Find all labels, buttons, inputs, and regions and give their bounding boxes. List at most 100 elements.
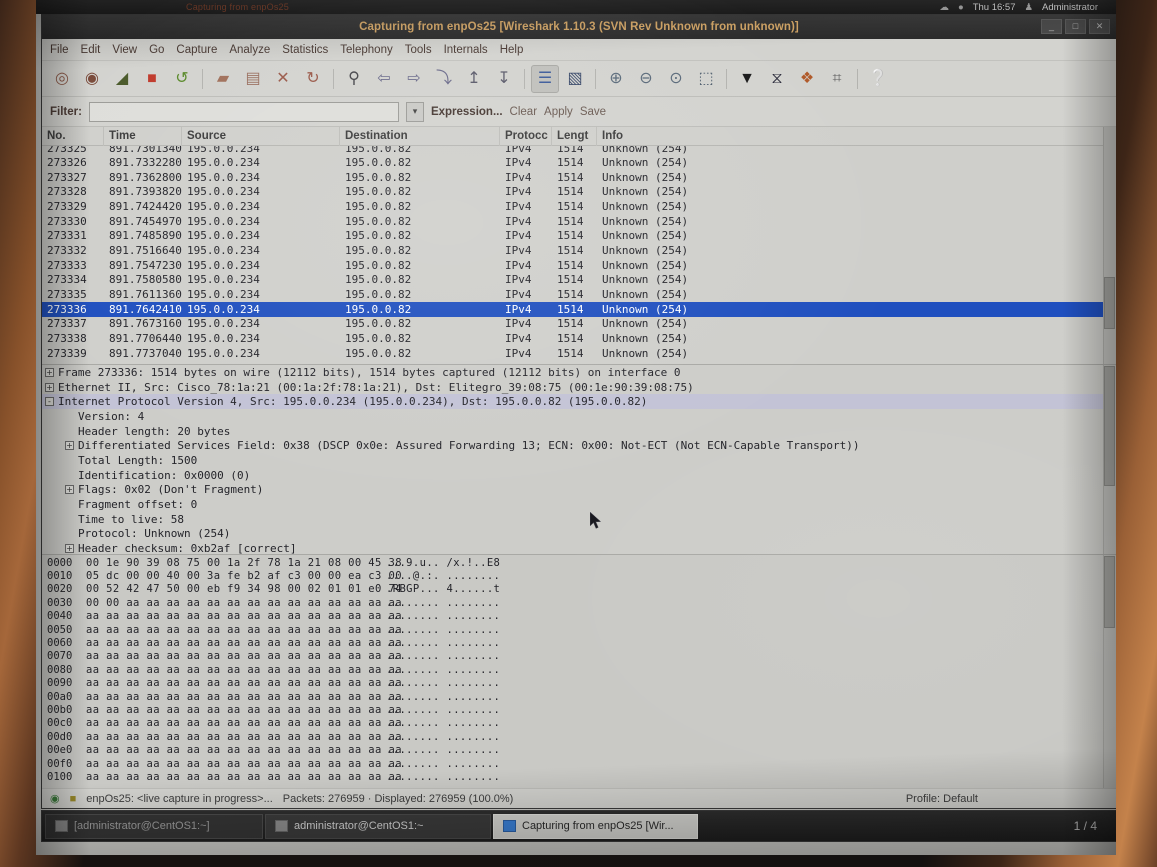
- packet-row[interactable]: 273335 891.76113600(195.0.0.234 195.0.0.82…: [42, 287, 1116, 302]
- packet-bytes-pane[interactable]: 0000 00 1e 90 39 08 75 00 1a 2f 78 1a 21 …: [42, 555, 1116, 788]
- profile-status[interactable]: Profile: Default: [906, 793, 978, 805]
- menu-help[interactable]: Help: [500, 44, 524, 56]
- go-last-icon[interactable]: ↧: [490, 65, 518, 93]
- window-titlebar[interactable]: Capturing from enpOs25 [Wireshark 1.10.3…: [42, 15, 1116, 39]
- hex-dump-row[interactable]: 0050 aa aa aa aa aa aa aa aa aa aa aa aa …: [42, 623, 1116, 636]
- packet-row[interactable]: 273328 891.73938200(195.0.0.234 195.0.0.82…: [42, 184, 1116, 199]
- column-header-lengt[interactable]: Lengt: [552, 127, 597, 146]
- hex-dump-row[interactable]: 00f0 aa aa aa aa aa aa aa aa aa aa aa aa …: [42, 757, 1116, 770]
- detail-tree-row[interactable]: + Frame 273336: 1514 bytes on wire (12112…: [42, 365, 1116, 380]
- packet-bytes-scrollbar[interactable]: [1103, 555, 1116, 788]
- column-header-time[interactable]: Time: [104, 127, 182, 146]
- detail-tree-row[interactable]: + Ethernet II, Src: Cisco_78:1a:21 (00:1a…: [42, 380, 1116, 395]
- packet-row[interactable]: 273339 891.77370400(195.0.0.234 195.0.0.82…: [42, 346, 1116, 361]
- minimize-button[interactable]: _: [1041, 19, 1062, 34]
- hex-dump-row[interactable]: 0010 05 dc 00 00 40 00 3a fe b2 af c3 00 …: [42, 569, 1116, 582]
- taskbar-button[interactable]: Capturing from enpOs25 [Wir...: [493, 813, 698, 839]
- hex-dump-row[interactable]: 0070 aa aa aa aa aa aa aa aa aa aa aa aa …: [42, 650, 1116, 663]
- expand-icon[interactable]: +: [45, 367, 54, 377]
- start-capture-icon[interactable]: ◢: [108, 65, 136, 93]
- packet-bytes-scroll-thumb[interactable]: [1104, 556, 1115, 628]
- column-header-no[interactable]: No.: [42, 127, 104, 146]
- packet-row[interactable]: 273326 891.73322800(195.0.0.234 195.0.0.82…: [42, 155, 1116, 170]
- expand-icon[interactable]: +: [65, 441, 74, 451]
- hex-dump-row[interactable]: 0090 aa aa aa aa aa aa aa aa aa aa aa aa …: [42, 677, 1116, 690]
- go-to-packet-icon[interactable]: ⤵: [430, 65, 458, 93]
- close-button[interactable]: ✕: [1089, 19, 1110, 34]
- restart-capture-icon[interactable]: ↺: [168, 65, 196, 93]
- packet-row[interactable]: 273338 891.77064400(195.0.0.234 195.0.0.82…: [42, 331, 1116, 346]
- detail-tree-row[interactable]: Time to live: 58: [42, 512, 1116, 527]
- packet-detail-scrollbar[interactable]: [1103, 365, 1116, 554]
- help-icon[interactable]: ❔: [864, 65, 892, 93]
- hex-dump-row[interactable]: 0040 aa aa aa aa aa aa aa aa aa aa aa aa …: [42, 610, 1116, 623]
- packet-row[interactable]: 273333 891.75472300(195.0.0.234 195.0.0.82…: [42, 258, 1116, 273]
- volume-icon[interactable]: ●: [958, 2, 964, 13]
- zoom-out-icon[interactable]: ⊖: [632, 65, 660, 93]
- coloring-rules-icon[interactable]: ⌗: [823, 65, 851, 93]
- menu-file[interactable]: File: [50, 44, 69, 56]
- capture-options-icon[interactable]: ◉: [78, 65, 106, 93]
- taskbar-button[interactable]: administrator@CentOS1:~: [265, 813, 491, 839]
- hex-dump-row[interactable]: 00d0 aa aa aa aa aa aa aa aa aa aa aa aa …: [42, 730, 1116, 743]
- packet-row[interactable]: 273336 891.76424100(195.0.0.234 195.0.0.82…: [42, 301, 1116, 317]
- detail-tree-row[interactable]: Total Length: 1500: [42, 453, 1116, 468]
- clear-filter-button[interactable]: Clear: [510, 106, 537, 118]
- go-back-icon[interactable]: ⇦: [370, 65, 398, 93]
- hex-dump-row[interactable]: 0020 00 52 42 47 50 00 eb f9 34 98 00 02 …: [42, 583, 1116, 596]
- packet-row[interactable]: 273327 891.73628000(195.0.0.234 195.0.0.82…: [42, 170, 1116, 185]
- expand-icon[interactable]: +: [65, 485, 74, 495]
- hex-dump-row[interactable]: 00e0 aa aa aa aa aa aa aa aa aa aa aa aa …: [42, 743, 1116, 756]
- expression-button[interactable]: Expression...: [431, 106, 503, 118]
- expert-info-icon[interactable]: ■: [70, 793, 77, 805]
- stop-capture-icon[interactable]: ■: [138, 65, 166, 93]
- zoom-in-icon[interactable]: ⊕: [602, 65, 630, 93]
- panel-username[interactable]: Administrator: [1042, 2, 1098, 13]
- column-header-info[interactable]: Info: [597, 127, 1116, 146]
- workspace-indicator[interactable]: 1 / 4: [1074, 819, 1113, 833]
- colorize-icon[interactable]: ▧: [561, 65, 589, 93]
- detail-tree-row[interactable]: Identification: 0x0000 (0): [42, 468, 1116, 483]
- panel-clock[interactable]: Thu 16:57: [973, 2, 1016, 13]
- detail-tree-row[interactable]: - Internet Protocol Version 4, Src: 195.0…: [42, 394, 1116, 410]
- packet-row[interactable]: 273329 891.74244200(195.0.0.234 195.0.0.82…: [42, 199, 1116, 214]
- menu-capture[interactable]: Capture: [176, 44, 217, 56]
- menu-tools[interactable]: Tools: [405, 44, 432, 56]
- taskbar-button[interactable]: [administrator@CentOS1:~]: [45, 813, 263, 839]
- hex-dump-row[interactable]: 00a0 aa aa aa aa aa aa aa aa aa aa aa aa …: [42, 690, 1116, 703]
- menu-telephony[interactable]: Telephony: [340, 44, 392, 56]
- capture-status-icon[interactable]: ◉: [50, 792, 60, 805]
- expand-icon[interactable]: +: [45, 382, 54, 392]
- menu-analyze[interactable]: Analyze: [229, 44, 270, 56]
- detail-tree-row[interactable]: Version: 4: [42, 409, 1116, 424]
- capture-filter-icon[interactable]: ▼: [733, 65, 761, 93]
- packet-row[interactable]: 273334 891.75805800(195.0.0.234 195.0.0.82…: [42, 273, 1116, 288]
- resize-columns-icon[interactable]: ⬚: [692, 65, 720, 93]
- detail-tree-row[interactable]: + Flags: 0x02 (Don't Fragment): [42, 483, 1116, 498]
- column-header-source[interactable]: Source: [182, 127, 340, 146]
- menu-edit[interactable]: Edit: [81, 44, 101, 56]
- expand-icon[interactable]: +: [65, 544, 74, 554]
- menu-internals[interactable]: Internals: [444, 44, 488, 56]
- column-header-destination[interactable]: Destination: [340, 127, 500, 146]
- menu-go[interactable]: Go: [149, 44, 164, 56]
- hex-dump-row[interactable]: 00b0 aa aa aa aa aa aa aa aa aa aa aa aa …: [42, 703, 1116, 716]
- maximize-button[interactable]: □: [1065, 19, 1086, 34]
- packet-list-pane[interactable]: No. Time Source Destination Protocc Lengt Info…: [42, 127, 1116, 365]
- display-filter-icon[interactable]: ⧖: [763, 65, 791, 93]
- filter-history-dropdown[interactable]: ▾: [405, 101, 424, 122]
- go-forward-icon[interactable]: ⇨: [400, 65, 428, 93]
- collapse-icon[interactable]: -: [45, 397, 54, 407]
- reload-file-icon[interactable]: ↻: [299, 65, 327, 93]
- filter-input[interactable]: [88, 101, 399, 122]
- column-header-protocc[interactable]: Protocc: [500, 127, 552, 146]
- menu-statistics[interactable]: Statistics: [282, 44, 328, 56]
- packet-row[interactable]: 273331 891.74858900(195.0.0.234 195.0.0.82…: [42, 228, 1116, 243]
- go-first-icon[interactable]: ↥: [460, 65, 488, 93]
- detail-tree-row[interactable]: Fragment offset: 0: [42, 497, 1116, 512]
- network-icon[interactable]: ☁: [939, 2, 949, 13]
- packet-row[interactable]: 273337 891.76731600(195.0.0.234 195.0.0.82…: [42, 317, 1116, 332]
- packet-list-scrollbar[interactable]: [1103, 127, 1116, 364]
- hex-dump-row[interactable]: 0100 aa aa aa aa aa aa aa aa aa aa aa aa …: [42, 770, 1116, 783]
- preferences-icon[interactable]: ❖: [793, 65, 821, 93]
